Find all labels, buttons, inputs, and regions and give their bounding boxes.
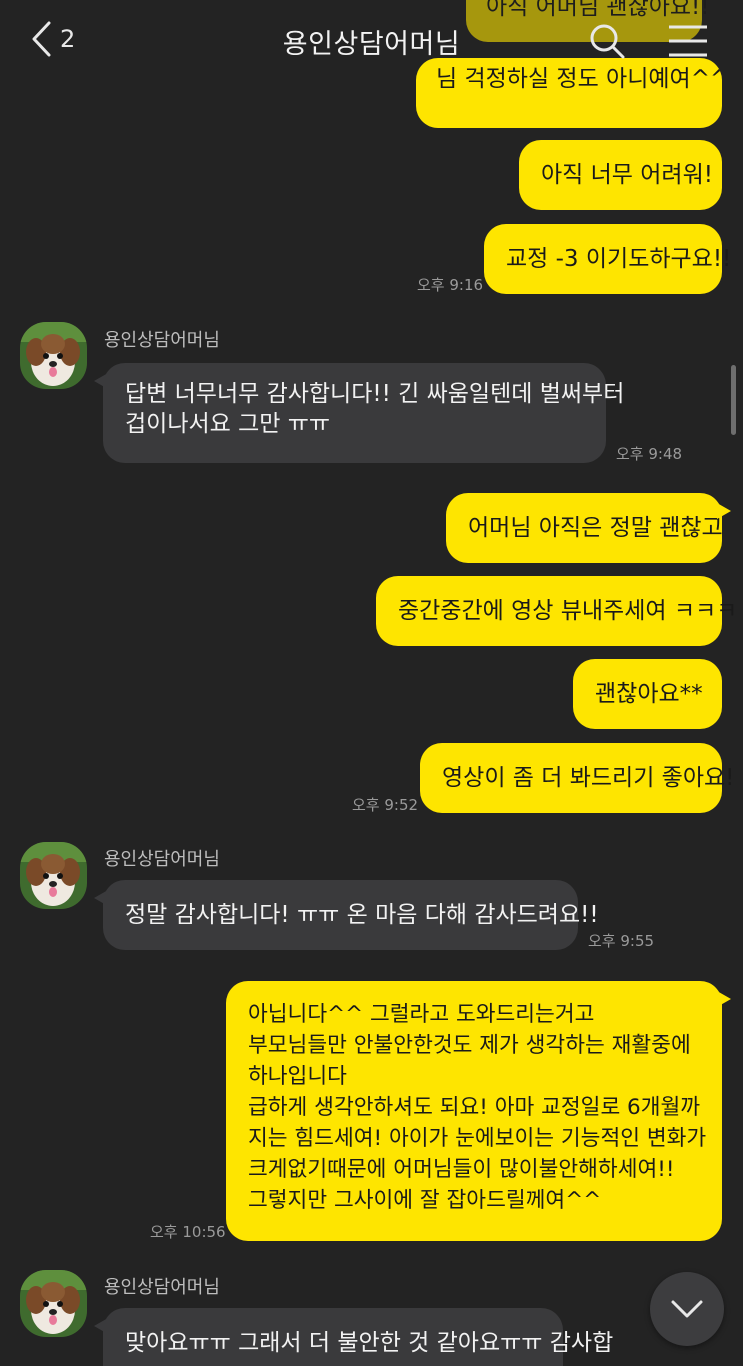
message-text-line: 답변 너무너무 감사합니다!! 긴 싸움일텐데 벌써부터 bbox=[125, 381, 625, 407]
menu-button[interactable] bbox=[668, 22, 708, 64]
message-bubble[interactable]: 괜찮아요** bbox=[573, 659, 722, 729]
message-bubble[interactable]: 어머님 아직은 정말 괜찮고 bbox=[446, 493, 731, 563]
message-text-line: 지는 힘드세여! 아이가 눈에보이는 기능적인 변화가 bbox=[248, 1126, 707, 1151]
message-text: 아직 너무 어려워! bbox=[541, 162, 713, 188]
search-button[interactable] bbox=[588, 22, 626, 64]
message-text-line: 부모님들만 안불안한것도 제가 생각하는 재활중에 bbox=[248, 1033, 691, 1058]
message-bubble[interactable]: 정말 감사합니다! ㅠㅠ 온 마음 다해 감사드려요!! bbox=[94, 880, 599, 950]
message-timestamp: 오후 9:16 bbox=[417, 276, 484, 294]
message-text-line: 겁이나서요 그만 ㅠㅠ bbox=[125, 411, 331, 437]
dog-avatar-image bbox=[20, 322, 87, 389]
message-text-line: 크게없기때문에 어머님들이 많이불안해하세여!! bbox=[248, 1157, 675, 1182]
message-bubble[interactable]: 맞아요ㅠㅠ 그래서 더 불안한 것 같아요ㅠㅠ 감사합 bbox=[94, 1308, 613, 1366]
scrollbar-thumb[interactable] bbox=[731, 365, 736, 435]
sender-name: 용인상담어머님 bbox=[104, 1277, 220, 1298]
avatar[interactable] bbox=[20, 322, 87, 389]
message-bubble[interactable]: 교정 -3 이기도하구요!! bbox=[484, 224, 731, 294]
message-timestamp: 오후 9:55 bbox=[588, 932, 655, 950]
message-text: 중간중간에 영상 뷰내주세여 ㅋㅋㅋ bbox=[398, 598, 738, 624]
message-timestamp: 오후 9:48 bbox=[616, 445, 683, 463]
message-text: 정말 감사합니다! ㅠㅠ 온 마음 다해 감사드려요!! bbox=[125, 902, 599, 928]
dog-avatar-image bbox=[20, 842, 87, 909]
chat-screen: 아직 어머님 괜찮아요!! 님 걱정하실 정도 아니예여^^ 2 용인상담어머님 bbox=[0, 0, 743, 1366]
chat-header: 2 용인상담어머님 bbox=[0, 0, 743, 84]
message-bubble[interactable]: 중간중간에 영상 뷰내주세여 ㅋㅋㅋ bbox=[376, 576, 737, 646]
message-text-line: 하나입니다 bbox=[248, 1064, 347, 1089]
message-bubble[interactable]: 영상이 좀 더 봐드리기 좋아요! bbox=[420, 743, 734, 813]
message-text: 어머님 아직은 정말 괜찮고 bbox=[468, 515, 723, 541]
message-bubble[interactable]: 답변 너무너무 감사합니다!! 긴 싸움일텐데 벌써부터 겁이나서요 그만 ㅠㅠ bbox=[94, 363, 625, 463]
message-text-line: 아닙니다^^ 그럴라고 도와드리는거고 bbox=[248, 1002, 595, 1027]
message-timestamp: 오후 9:52 bbox=[352, 796, 419, 814]
message-text: 영상이 좀 더 봐드리기 좋아요! bbox=[442, 765, 735, 791]
hamburger-menu-icon bbox=[669, 25, 707, 57]
avatar[interactable] bbox=[20, 1270, 87, 1337]
scroll-to-bottom-button[interactable] bbox=[650, 1272, 724, 1346]
message-bubble[interactable]: 아닙니다^^ 그럴라고 도와드리는거고 부모님들만 안불안한것도 제가 생각하는… bbox=[226, 981, 731, 1241]
message-timestamp: 오후 10:56 bbox=[150, 1223, 226, 1241]
chat-title: 용인상담어머님 bbox=[282, 29, 461, 60]
chevron-down-icon bbox=[671, 1300, 703, 1318]
message-text: 괜찮아요** bbox=[595, 681, 703, 707]
message-text: 교정 -3 이기도하구요!! bbox=[506, 246, 732, 272]
search-icon bbox=[590, 24, 625, 59]
avatar[interactable] bbox=[20, 842, 87, 909]
message-bubble[interactable]: 아직 너무 어려워! bbox=[519, 140, 722, 210]
sender-name: 용인상담어머님 bbox=[104, 849, 220, 870]
message-text-line: 그렇지만 그사이에 잘 잡아드릴께여^^ bbox=[248, 1188, 602, 1213]
message-text-line: 급하게 생각안하셔도 되요! 아마 교정일로 6개월까 bbox=[248, 1095, 701, 1120]
message-text: 맞아요ㅠㅠ 그래서 더 불안한 것 같아요ㅠㅠ 감사합 bbox=[125, 1330, 614, 1356]
dog-avatar-image bbox=[20, 1270, 87, 1337]
sender-name: 용인상담어머님 bbox=[104, 330, 220, 351]
